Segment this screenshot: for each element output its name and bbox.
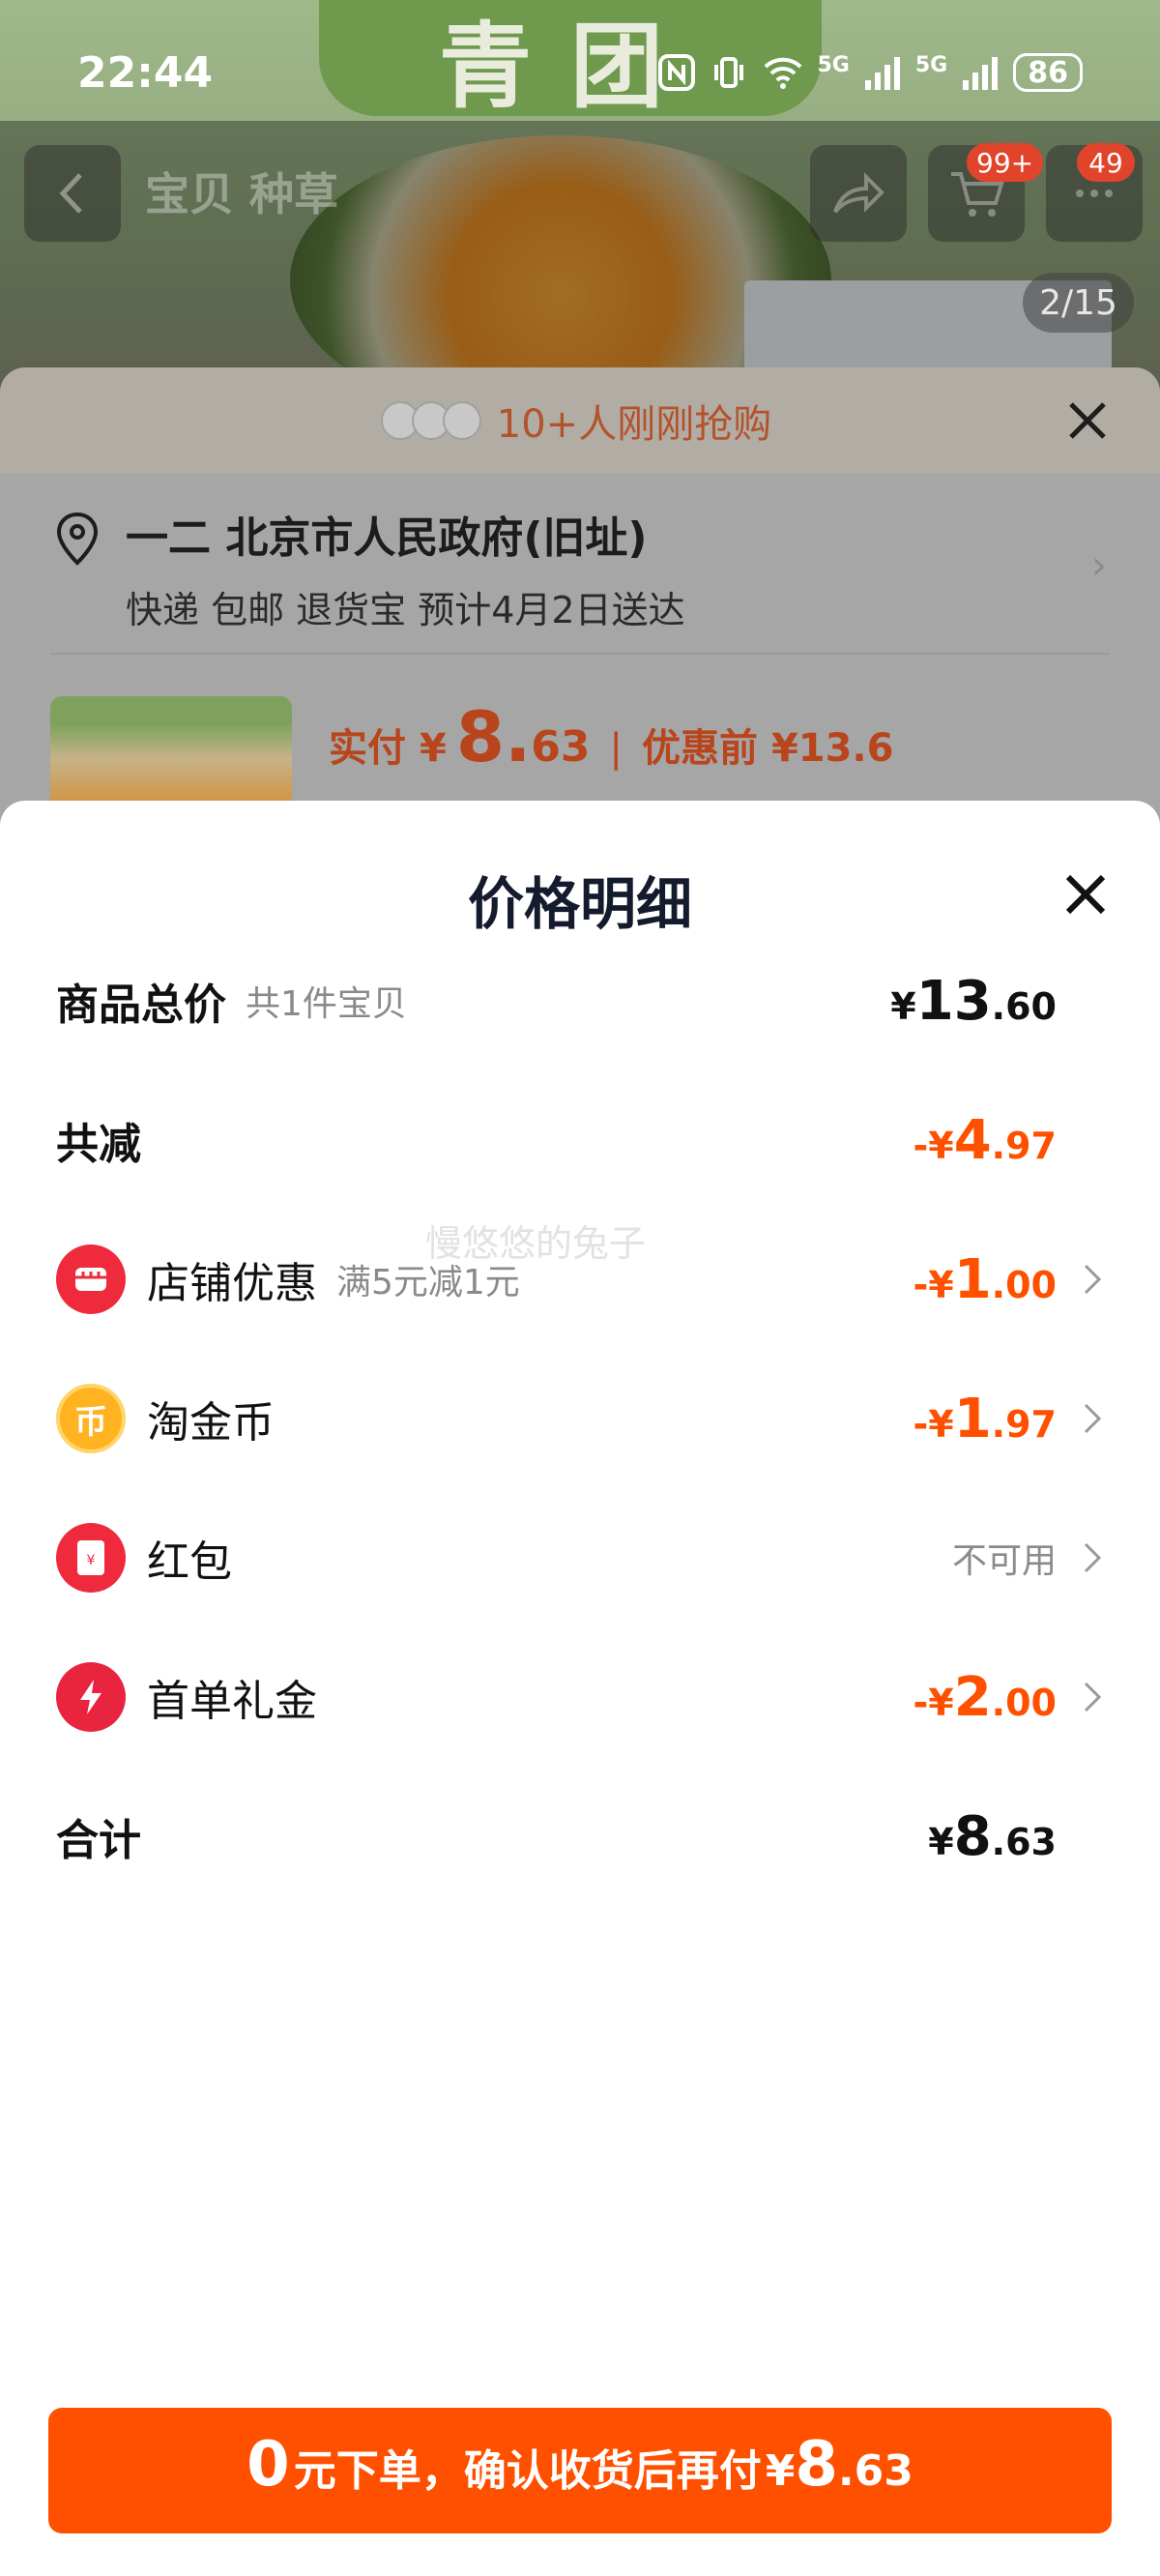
- amount-int: 4: [953, 1108, 992, 1172]
- row-label: 合计: [56, 1816, 141, 1865]
- back-button[interactable]: [24, 145, 121, 242]
- row-label: 红包: [147, 1537, 232, 1587]
- svg-text:¥: ¥: [87, 1553, 96, 1568]
- row-sub: 共1件宝贝: [246, 984, 407, 1024]
- cta-zero: 0: [246, 2429, 290, 2501]
- row-label: 淘金币: [147, 1398, 275, 1448]
- close-button[interactable]: [1061, 870, 1110, 919]
- price-separator: |: [609, 726, 624, 771]
- paid-label: 实付: [329, 726, 406, 771]
- address-row[interactable]: 一二 北京市人民政府(旧址) 快递 包邮 退货宝 预计4月2日送达 ›: [0, 474, 1160, 648]
- modal-title: 价格明细: [467, 871, 692, 937]
- cart-button[interactable]: 99+: [928, 143, 1044, 242]
- amount-int: 2: [953, 1665, 992, 1729]
- nav-tabs[interactable]: 宝贝 种草: [145, 160, 338, 223]
- currency: ¥: [928, 1820, 954, 1863]
- chevron-left-icon: [59, 173, 82, 214]
- subtotal-value: ¥ 13 .60: [890, 970, 1057, 1033]
- row-total: 合计 ¥ 8 .63: [56, 1793, 1107, 1880]
- close-icon[interactable]: [1063, 396, 1112, 445]
- signal-icon: [864, 57, 900, 90]
- row-first-order-gift[interactable]: 首单礼金 -¥ 2 .00: [56, 1654, 1107, 1741]
- row-red-packet[interactable]: ¥ 红包 不可用: [56, 1514, 1107, 1601]
- chevron-right-icon: ›: [1091, 543, 1107, 588]
- delivery-info: 快递 包邮 退货宝 预计4月2日送达: [126, 589, 685, 631]
- price-currency: ¥: [420, 726, 447, 771]
- chevron-right-icon: [1078, 1402, 1107, 1435]
- currency: -¥: [913, 1124, 954, 1167]
- checkout-button[interactable]: 0 元下单，确认收货后再付 ¥ 8 .63: [48, 2408, 1112, 2533]
- row-total-discount: 共减 -¥ 4 .97: [56, 1097, 1107, 1184]
- lightning-icon: [56, 1662, 126, 1732]
- currency: ¥: [890, 984, 916, 1028]
- unavailable-status: 不可用: [951, 1541, 1057, 1581]
- social-proof-text: 10+人刚刚抢购: [496, 402, 772, 447]
- product-top-nav: 宝贝 种草 99+ 49: [0, 140, 1160, 247]
- cta-amount-int: 8: [795, 2429, 838, 2501]
- tao-coin-value: -¥ 1 .97: [913, 1388, 1057, 1450]
- order-price-line: 实付 ¥ 8. 63 | 优惠前 ¥13.6: [329, 696, 893, 777]
- amount-dec: .00: [991, 1263, 1057, 1306]
- amount-dec: .97: [991, 1402, 1057, 1446]
- address-main: 一二 北京市人民政府(旧址): [126, 513, 648, 563]
- row-tao-coin[interactable]: 币 淘金币 -¥ 1 .97: [56, 1375, 1107, 1462]
- image-pager: 2/15: [1023, 273, 1134, 333]
- message-badge: 49: [1077, 143, 1135, 182]
- price-before-discount: 优惠前 ¥13.6: [642, 726, 894, 771]
- amount-int: 1: [953, 1247, 992, 1311]
- divider: [50, 653, 1110, 655]
- currency: -¥: [913, 1681, 954, 1724]
- cta-text: 元下单，确认收货后再付: [293, 2446, 762, 2496]
- avatar: [442, 401, 481, 440]
- amount-int: 13: [915, 969, 992, 1033]
- share-icon: [833, 172, 884, 214]
- share-button[interactable]: [810, 145, 907, 242]
- currency: -¥: [913, 1402, 954, 1446]
- red-packet-icon: ¥: [56, 1523, 126, 1593]
- vibrate-icon: [713, 57, 743, 88]
- row-label: 首单礼金: [147, 1677, 317, 1726]
- cta-amount-dec: .63: [837, 2446, 914, 2496]
- network-type-2: 5G: [914, 53, 948, 77]
- social-proof-strip: 10+人刚刚抢购: [0, 367, 1160, 474]
- price-detail-modal: 价格明细 商品总价 共1件宝贝 ¥ 13 .60 共减 -¥ 4 .97 店铺优…: [0, 801, 1160, 2576]
- cart-badge: 99+: [967, 143, 1044, 182]
- buyer-avatars: [380, 401, 481, 440]
- clock: 22:44: [77, 47, 214, 98]
- amount-dec: .63: [991, 1820, 1057, 1863]
- battery-indicator: 86: [1013, 53, 1083, 92]
- signal-icon: [963, 57, 999, 90]
- row-label: 共减: [56, 1120, 141, 1169]
- network-type-1: 5G: [817, 53, 850, 77]
- watermark: 慢悠悠的兔子: [425, 1222, 647, 1265]
- amount-int: 8: [953, 1804, 992, 1868]
- total-value: ¥ 8 .63: [928, 1805, 1057, 1868]
- chevron-right-icon: [1078, 1541, 1107, 1574]
- cta-currency: ¥: [765, 2446, 796, 2496]
- row-label: 店铺优惠: [147, 1259, 317, 1308]
- nfc-icon: [657, 54, 695, 91]
- coin-icon: 币: [56, 1384, 126, 1453]
- status-icons: 5G 5G 86: [657, 53, 1083, 92]
- total-discount-value: -¥ 4 .97: [913, 1109, 1057, 1172]
- wifi-icon: [764, 57, 801, 89]
- first-order-gift-value: -¥ 2 .00: [913, 1666, 1057, 1729]
- location-pin-icon: [56, 512, 99, 566]
- more-button[interactable]: 49: [1046, 143, 1143, 242]
- row-label: 商品总价: [56, 981, 226, 1030]
- chevron-right-icon: [1078, 1681, 1107, 1713]
- amount-dec: .60: [991, 984, 1057, 1028]
- currency: -¥: [913, 1263, 954, 1306]
- price-int: 8.: [455, 696, 532, 777]
- row-subtotal: 商品总价 共1件宝贝 ¥ 13 .60: [56, 957, 1107, 1044]
- price-dec: 63: [531, 722, 591, 772]
- amount-int: 1: [953, 1387, 992, 1450]
- chevron-right-icon: [1078, 1263, 1107, 1296]
- amount-dec: .97: [991, 1124, 1057, 1167]
- shop-icon: [56, 1244, 126, 1314]
- amount-dec: .00: [991, 1681, 1057, 1724]
- status-bar: 22:44 5G 5G 86: [19, 24, 1141, 121]
- shop-discount-value: -¥ 1 .00: [913, 1248, 1057, 1311]
